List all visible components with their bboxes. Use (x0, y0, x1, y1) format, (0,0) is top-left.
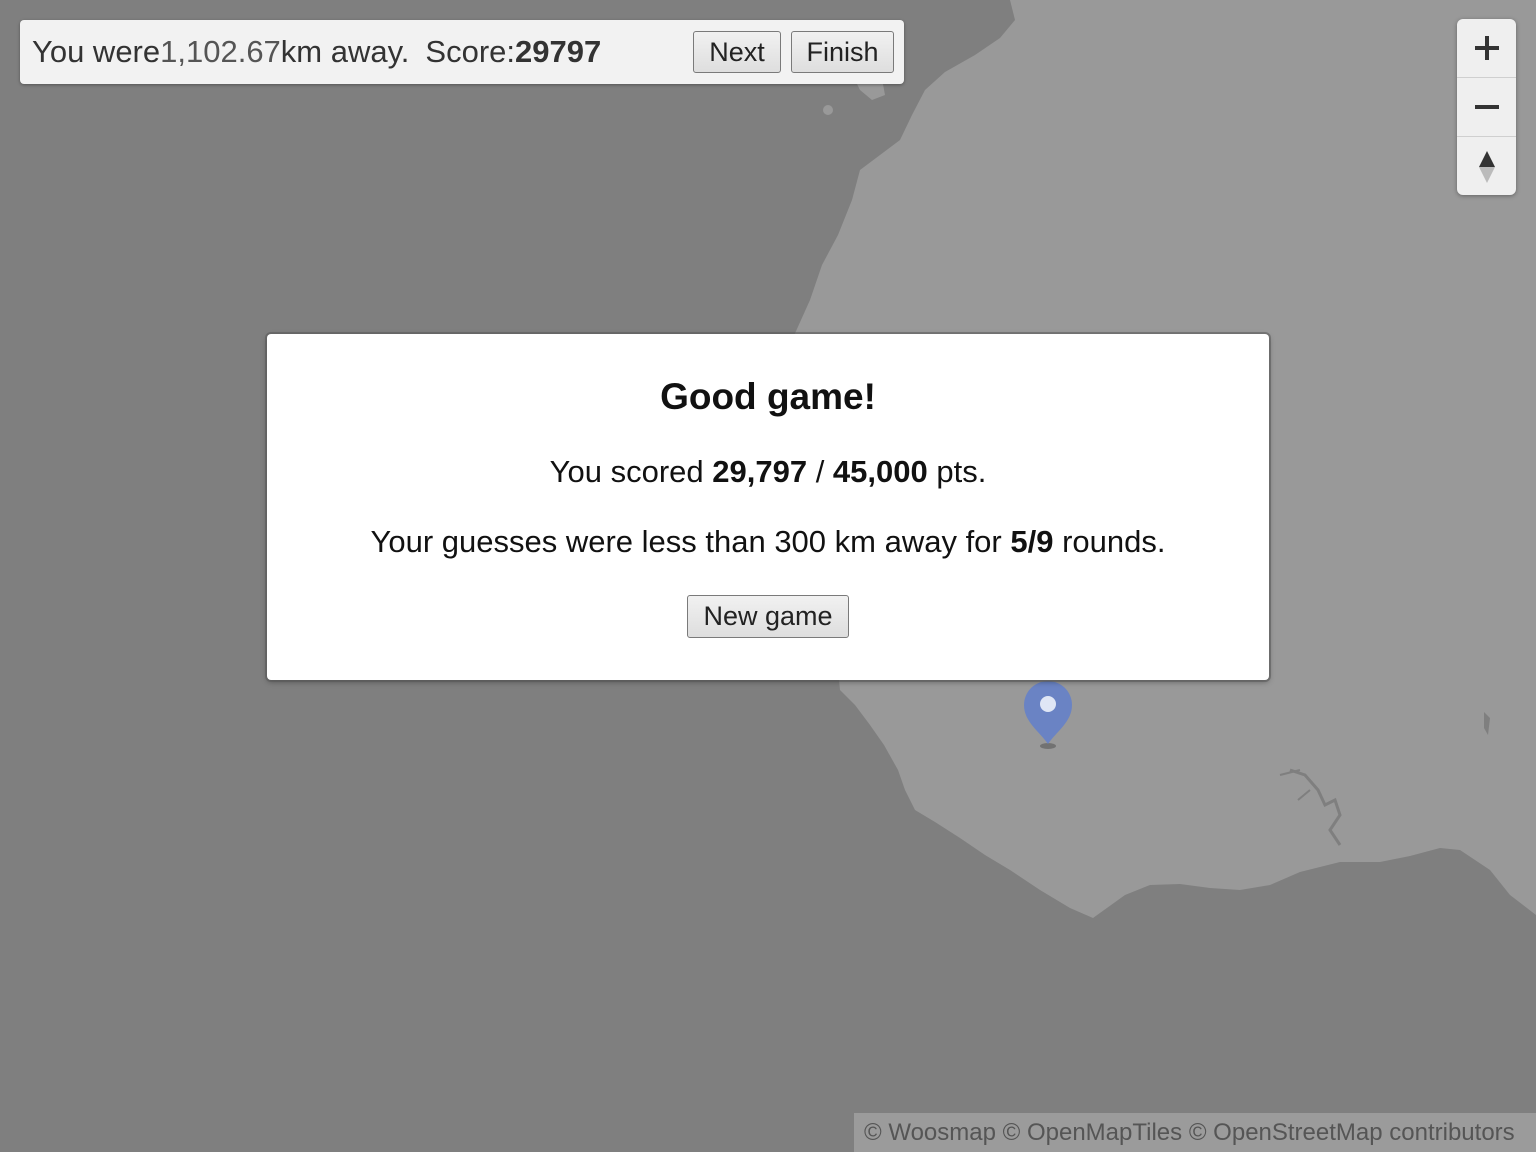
distance-prefix: You were (32, 34, 161, 69)
result-bar: You were 1,102.67 km away. Score: 29797 N… (20, 20, 904, 84)
new-game-button[interactable]: New game (687, 595, 849, 638)
map-view[interactable]: You were 1,102.67 km away. Score: 29797 N… (0, 0, 1536, 1152)
score-summary-suffix: pts. (927, 454, 987, 489)
score-summary-max: 45,000 (832, 454, 928, 489)
distance-suffix: km away. (280, 34, 410, 69)
score-summary: You scored 29,797 / 45,000 pts. (267, 454, 1269, 490)
zoom-controls (1457, 19, 1516, 195)
rounds-summary-prefix: Your guesses were less than 300 km away … (370, 524, 1011, 559)
zoom-out-button[interactable] (1457, 78, 1516, 137)
next-button[interactable]: Next (693, 31, 781, 73)
island (823, 105, 833, 115)
game-over-dialog: Good game! You scored 29,797 / 45,000 pt… (267, 334, 1269, 680)
rounds-summary: Your guesses were less than 300 km away … (267, 524, 1269, 560)
score-summary-value: 29,797 (712, 454, 808, 489)
rounds-summary-value: 5/9 (1010, 524, 1054, 559)
score-summary-prefix: You scored (549, 454, 713, 489)
score-summary-separator: / (807, 454, 833, 489)
compass-button[interactable] (1457, 137, 1516, 195)
dialog-title: Good game! (660, 376, 876, 417)
zoom-in-button[interactable] (1457, 19, 1516, 78)
score-label: Score: (425, 34, 516, 69)
map-attribution[interactable]: © Woosmap © OpenMapTiles © OpenStreetMap… (854, 1113, 1536, 1152)
finish-button[interactable]: Finish (791, 31, 894, 73)
score-value: 29797 (515, 34, 602, 69)
distance-value: 1,102.67 (160, 34, 281, 69)
rounds-summary-suffix: rounds. (1053, 524, 1166, 559)
compass-icon (1478, 150, 1495, 183)
